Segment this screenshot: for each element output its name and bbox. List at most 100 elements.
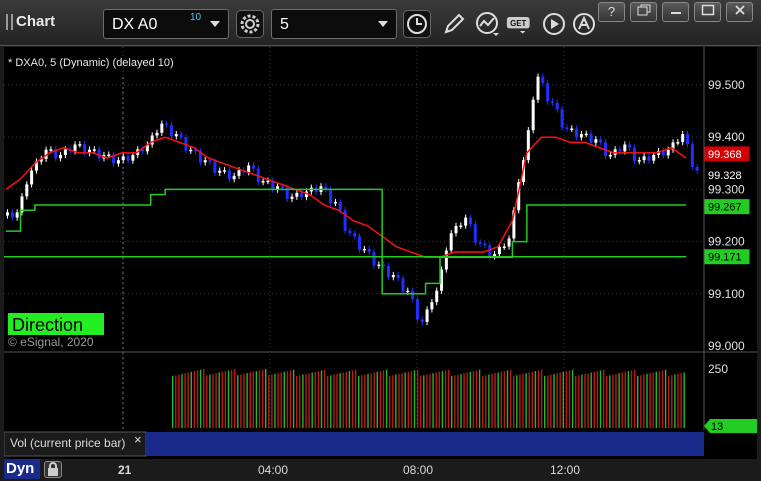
- volume-bar: [447, 369, 450, 428]
- volume-bar: [230, 369, 233, 428]
- symbol-input[interactable]: DX A0 10: [103, 9, 229, 39]
- maximize-button[interactable]: [694, 2, 721, 22]
- volume-bar: [457, 374, 459, 428]
- candle-body: [73, 144, 77, 152]
- volume-bar: [410, 371, 413, 428]
- candle-body: [329, 189, 333, 203]
- volume-bar: [593, 371, 595, 428]
- chevron-down-icon[interactable]: [210, 21, 220, 27]
- volume-bar: [466, 372, 468, 428]
- candle-body: [116, 160, 120, 164]
- candle-body: [179, 134, 183, 138]
- volume-bar: [416, 369, 419, 428]
- candle-body: [507, 238, 511, 247]
- volume-bar: [370, 373, 372, 428]
- volume-bar: [342, 372, 344, 428]
- interval-input[interactable]: 5: [271, 9, 397, 39]
- volume-bar: [537, 370, 540, 428]
- candle-body: [401, 278, 405, 292]
- volume-bar: [423, 375, 425, 428]
- volume-bar: [562, 371, 564, 428]
- price-axis-label: 99.000: [708, 339, 745, 353]
- volume-bar: [221, 371, 223, 428]
- volume-bar: [265, 369, 267, 428]
- volume-bar: [398, 373, 400, 428]
- volume-bar: [407, 371, 409, 428]
- candle-body: [430, 302, 434, 310]
- volume-bar: [234, 369, 236, 428]
- volume-panel-close-icon[interactable]: ×: [134, 432, 142, 447]
- pencil-icon[interactable]: [440, 10, 468, 38]
- volume-bar: [531, 371, 533, 428]
- candle-body: [333, 201, 337, 204]
- candle-body: [686, 134, 689, 145]
- chart-header: * DXA0, 5 (Dynamic) (delayed 10): [8, 57, 174, 69]
- candle-body: [237, 170, 241, 176]
- candle-body: [575, 128, 579, 138]
- volume-bar: [544, 376, 546, 428]
- volume-bar: [475, 370, 478, 428]
- candle-body: [391, 275, 395, 278]
- volume-bar: [540, 369, 543, 428]
- candle-body: [444, 250, 448, 270]
- chart-canvas[interactable]: 99.500 99.400 99.300 99.200 99.100 99.000 99.3…: [3, 47, 757, 459]
- volume-bar: [339, 373, 341, 428]
- close-button[interactable]: [726, 2, 753, 22]
- candle-body: [642, 156, 646, 161]
- volume-bar: [547, 375, 549, 428]
- volume-bar: [497, 372, 499, 428]
- candle-body: [362, 248, 366, 251]
- volume-scroll-track[interactable]: [146, 432, 704, 456]
- price-tag-value: 99.328: [708, 170, 742, 182]
- volume-bar: [246, 373, 248, 428]
- chart-area[interactable]: 99.500 99.400 99.300 99.200 99.100 99.000 99.3…: [3, 47, 757, 459]
- play-icon[interactable]: [540, 10, 568, 38]
- price-axis-label: 99.500: [708, 78, 745, 92]
- candle-body: [647, 156, 651, 161]
- candle-body: [300, 192, 304, 198]
- candle-body: [628, 144, 632, 148]
- price-axis-label: 99.200: [708, 235, 745, 249]
- candle-body: [406, 290, 410, 293]
- alert-icon[interactable]: [570, 10, 598, 38]
- drag-grip-icon[interactable]: [6, 14, 13, 30]
- restore-button[interactable]: [630, 2, 657, 22]
- candle-body: [247, 165, 251, 173]
- candle-body: [227, 170, 231, 180]
- get-icon[interactable]: GET: [506, 10, 534, 38]
- candle-body: [83, 144, 87, 154]
- volume-bar: [578, 375, 580, 428]
- volume-bar: [615, 373, 617, 428]
- volume-bar: [426, 374, 428, 428]
- dynamic-badge[interactable]: Dyn: [4, 459, 40, 479]
- volume-bar: [683, 372, 685, 428]
- volume-bar: [655, 371, 657, 428]
- lock-button[interactable]: [44, 461, 62, 478]
- settings-gear-icon[interactable]: [236, 10, 264, 38]
- price-tag: 99.267: [704, 199, 750, 215]
- volume-bar: [308, 373, 310, 428]
- volume-bar: [658, 371, 661, 428]
- volume-bar: [435, 372, 437, 428]
- volume-bar: [624, 371, 626, 428]
- volume-bar: [379, 371, 382, 428]
- chevron-down-icon[interactable]: [378, 21, 388, 27]
- study-icon[interactable]: [474, 10, 502, 38]
- candle-body: [10, 212, 14, 218]
- help-button[interactable]: ?: [598, 2, 625, 22]
- candle-body: [637, 160, 641, 162]
- volume-bar: [627, 371, 630, 428]
- volume-bar: [175, 375, 177, 428]
- clock-icon[interactable]: [403, 10, 431, 38]
- candle-body: [531, 99, 535, 131]
- volume-bar: [261, 369, 264, 428]
- minimize-button[interactable]: [662, 2, 689, 22]
- candle-body: [261, 181, 265, 183]
- candle-body: [618, 149, 622, 152]
- price-tag-value: 99.267: [708, 202, 742, 214]
- volume-bar: [389, 376, 391, 428]
- candle-body: [681, 134, 685, 143]
- volume-bar: [289, 370, 292, 428]
- volume-bar: [575, 376, 577, 428]
- volume-bar: [354, 369, 357, 428]
